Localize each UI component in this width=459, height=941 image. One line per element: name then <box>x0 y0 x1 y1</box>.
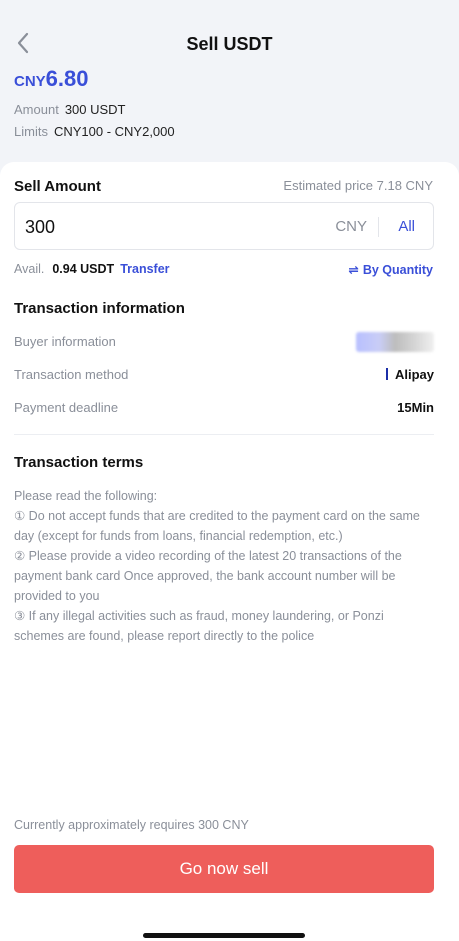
sell-amount-input[interactable] <box>25 215 305 239</box>
amount-label: Amount <box>14 102 59 117</box>
terms-line: ③ If any illegal activities such as frau… <box>14 609 384 643</box>
deadline-value: 15Min <box>397 400 434 415</box>
terms-line: Please read the following: <box>14 489 158 503</box>
buyer-info-row: Buyer information <box>14 332 434 354</box>
price-currency: CNY <box>14 73 46 90</box>
section-divider <box>14 434 434 435</box>
by-quantity-label: By Quantity <box>362 263 433 277</box>
avail-value: 0.94 USDT <box>52 262 115 276</box>
available-balance: Avail. 0.94 USDT Transfer <box>14 262 170 276</box>
limits-value: CNY100 - CNY2,000 <box>53 124 175 139</box>
payment-marker-icon <box>385 368 388 380</box>
avail-label: Avail. <box>14 262 45 276</box>
limits-info: Limits CNY100 - CNY2,000 <box>14 124 175 139</box>
terms-line: ② Please provide a video recording of th… <box>14 549 402 603</box>
deadline-label: Payment deadline <box>14 400 119 415</box>
buyer-label: Buyer information <box>14 334 116 349</box>
method-label: Transaction method <box>14 367 129 382</box>
by-quantity-toggle[interactable]: ⇌ By Quantity <box>348 262 433 277</box>
terms-title: Transaction terms <box>14 454 144 471</box>
requirement-text: Currently approximately requires 300 CNY <box>14 818 249 832</box>
bottom-bar: Currently approximately requires 300 CNY… <box>0 802 459 941</box>
method-value: Alipay <box>385 367 434 382</box>
sell-amount-title: Sell Amount <box>14 178 101 195</box>
terms-text: Please read the following: ① Do not acce… <box>14 486 434 646</box>
method-text: Alipay <box>394 367 434 382</box>
method-row: Transaction method Alipay <box>14 367 434 387</box>
all-button[interactable]: All <box>398 218 415 235</box>
amount-value: 300 USDT <box>64 102 126 117</box>
home-indicator <box>143 933 305 938</box>
amount-field[interactable]: CNY All <box>14 202 434 250</box>
amount-currency: CNY <box>335 218 367 235</box>
amount-info: Amount 300 USDT <box>14 102 126 117</box>
price-value: 6.80 <box>45 66 89 91</box>
header-area: Sell USDT CNY6.80 Amount 300 USDT Limits C… <box>0 0 459 175</box>
transaction-info-title: Transaction information <box>14 300 185 317</box>
terms-line: ① Do not accept funds that are credited … <box>14 509 420 543</box>
swap-arrows-icon: ⇌ <box>348 263 359 277</box>
unit-price: CNY6.80 <box>14 66 89 92</box>
transfer-link[interactable]: Transfer <box>120 262 169 276</box>
page-title: Sell USDT <box>186 34 273 54</box>
sell-form-card: Sell Amount Estimated price 7.18 CNY CNY… <box>0 162 459 802</box>
deadline-row: Payment deadline 15Min <box>14 400 434 420</box>
go-sell-button[interactable]: Go now sell <box>14 845 434 893</box>
limits-label: Limits <box>14 124 48 139</box>
estimated-price: Estimated price 7.18 CNY <box>283 178 433 193</box>
amount-divider <box>378 217 379 237</box>
buyer-avatar-blurred <box>356 332 434 352</box>
